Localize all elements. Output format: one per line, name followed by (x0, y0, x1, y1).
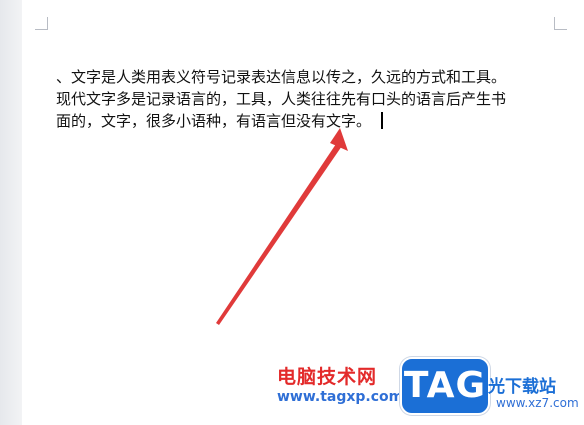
paragraph-line-3-text: 面的，文字，很多小语种，有语言但没有文字。 (56, 112, 372, 130)
margin-corner-top-right (554, 17, 567, 30)
watermark-tag-logo: TAG (400, 357, 490, 415)
watermark-site-url: www.xz7.com (496, 396, 579, 410)
document-body[interactable]: 、文字是人类用表义符号记录表达信息以传之，久远的方式和工具。 现代文字多是记录语… (56, 66, 556, 132)
watermark-brand-url: www.tagxp.com (277, 389, 404, 405)
paragraph-line-2: 现代文字多是记录语言的，工具，人类往往先有口头的语言后产生书 (56, 90, 507, 108)
paragraph-line-1: 、文字是人类用表义符号记录表达信息以传之，久远的方式和工具。 (56, 68, 507, 86)
margin-corner-top-left (35, 17, 48, 30)
text-cursor (381, 112, 384, 129)
window-left-gutter (0, 0, 22, 425)
paragraph-line-3: 面的，文字，很多小语种，有语言但没有文字。 (56, 110, 556, 132)
watermark-site-cn: 光下载站 (488, 377, 556, 397)
watermark-brand-cn: 电脑技术网 (277, 366, 378, 388)
